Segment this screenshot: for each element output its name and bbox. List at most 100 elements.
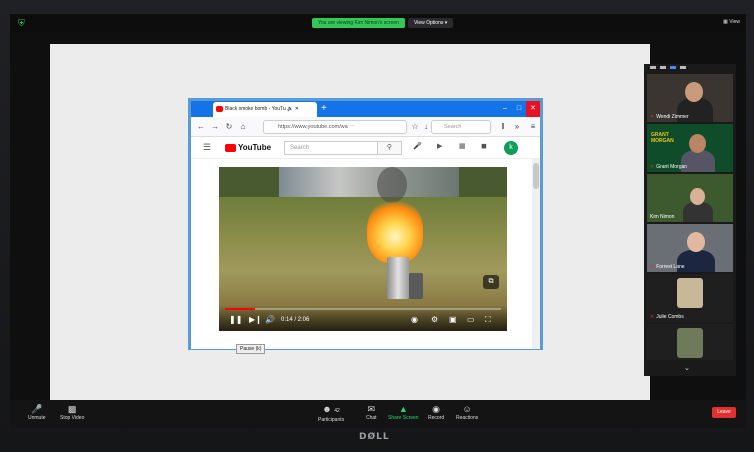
participant-photo — [677, 278, 703, 308]
pause-tooltip: Pause (k) — [236, 344, 266, 354]
youtube-page-body: ⧉ ❚❚ ▶❙ 🔊 0:14 / 2:06 ◉ ⚙ ▣ ▭ ⛶ — [191, 159, 540, 349]
participant-name: ✕ Julie Combs — [650, 314, 684, 320]
miniplayer-button-icon[interactable]: ▣ — [449, 315, 457, 325]
participant-name-text: Grant Morgan — [656, 164, 688, 170]
close-icon[interactable]: ✕ — [526, 101, 540, 117]
url-bar[interactable]: https://www.youtube.com/wa ⋯ — [263, 120, 407, 134]
forward-icon[interactable]: → — [209, 121, 221, 133]
participant-tile[interactable] — [647, 324, 733, 360]
participants-icon: ☻ 42 — [322, 404, 340, 414]
pause-icon[interactable]: ❚❚ — [229, 315, 242, 325]
settings-gear-icon[interactable]: ⚙ — [431, 315, 438, 325]
gallery-minimize-icon[interactable] — [650, 66, 656, 69]
participant-face — [687, 232, 705, 252]
zoom-toolbar: 🎤 Unmute ▩ Stop Video ☻ 42 Participants ✉ Ch… — [10, 400, 746, 428]
participant-name: ✕ Forrest Lane — [650, 264, 685, 270]
menu-icon[interactable]: ≡ — [527, 121, 539, 133]
participant-tile[interactable]: ✕ Forrest Lane — [647, 224, 733, 272]
avatar[interactable]: k — [504, 141, 518, 155]
unmute-label: Unmute — [28, 415, 46, 421]
minimize-icon[interactable]: – — [498, 101, 512, 117]
miniplayer-icon[interactable]: ⧉ — [483, 275, 499, 289]
video-camera-icon: ▩ — [67, 404, 77, 414]
participant-body — [683, 202, 713, 222]
video-player[interactable]: ⧉ ❚❚ ▶❙ 🔊 0:14 / 2:06 ◉ ⚙ ▣ ▭ ⛶ — [219, 167, 507, 331]
share-screen-icon: ▲ — [398, 404, 408, 414]
video-progress-bar[interactable] — [225, 308, 501, 310]
browser-tab[interactable]: Black smoke bomb - YouTu 🔈 ✕ — [213, 102, 317, 117]
url-text: https://www.youtube.com/wa — [278, 124, 348, 130]
video-fire — [367, 197, 423, 263]
overflow-icon[interactable]: » — [511, 121, 523, 133]
theater-mode-icon[interactable]: ▭ — [467, 315, 475, 325]
participants-button[interactable]: ☻ 42 Participants — [318, 403, 344, 423]
chat-label: Chat — [366, 415, 377, 421]
tab-title: Black smoke bomb - YouTu — [225, 106, 286, 112]
autoplay-toggle-icon[interactable]: ◉ — [411, 315, 418, 325]
record-icon: ◉ — [432, 404, 440, 414]
share-screen-label: Share Screen — [388, 415, 419, 421]
chevron-down-icon[interactable]: ⌄ — [684, 364, 690, 372]
reload-icon[interactable]: ↻ — [223, 121, 235, 133]
fullscreen-icon[interactable]: ⛶ — [485, 315, 491, 325]
share-screen-button[interactable]: ▲ Share Screen — [388, 403, 419, 421]
participant-title-card: GRANT MORGAN — [651, 132, 674, 144]
shield-icon: ⛨ — [18, 18, 25, 28]
new-tab-button[interactable]: + — [321, 102, 327, 116]
browser-search-field[interactable]: Search — [431, 120, 491, 134]
zoom-top-bar: ⛨ You are viewing Kim Nimon's screen Vie… — [10, 14, 746, 32]
muted-microphone-icon: 🎤 — [31, 404, 43, 414]
browser-window: Black smoke bomb - YouTu 🔈 ✕ + – □ ✕ ← →… — [188, 98, 543, 350]
unmute-button[interactable]: 🎤 Unmute — [28, 403, 46, 421]
participant-tile[interactable]: GRANT MORGAN ✕ Grant Morgan — [647, 124, 733, 172]
library-icon[interactable]: ‖ — [497, 121, 509, 133]
participant-name: Kim Nimon — [650, 214, 674, 220]
zoom-screen: ⛨ You are viewing Kim Nimon's screen Vie… — [10, 14, 746, 428]
view-options-label: View Options — [414, 20, 444, 26]
participant-tile[interactable]: Kim Nimon — [647, 174, 733, 222]
notifications-bell-icon[interactable]: ◼ — [481, 142, 487, 150]
record-button[interactable]: ◉ Record — [428, 403, 444, 421]
chat-button[interactable]: ✉ Chat — [366, 403, 377, 421]
monitor-brand-logo: DØLL — [359, 432, 390, 442]
monitor: ⛨ You are viewing Kim Nimon's screen Vie… — [0, 0, 754, 452]
browser-tab-bar: Black smoke bomb - YouTu 🔈 ✕ + – □ ✕ — [191, 101, 540, 117]
video-progress-fill — [225, 308, 256, 310]
video-time: 0:14 / 2:06 — [281, 317, 310, 323]
participant-name-text: Forrest Lane — [656, 264, 685, 270]
apps-grid-icon[interactable]: ▦ — [459, 142, 466, 150]
view-button[interactable]: ▦ View — [723, 19, 740, 25]
search-icon[interactable]: ⚲ — [378, 141, 402, 155]
record-label: Record — [428, 415, 445, 421]
reactions-label: Reactions — [456, 415, 479, 421]
participant-name: ✕ Wendi Zimmer — [650, 114, 689, 120]
gallery-layout-icon[interactable] — [660, 66, 666, 69]
reactions-button[interactable]: ☺ Reactions — [456, 403, 478, 421]
participant-face — [690, 188, 705, 205]
youtube-logo[interactable]: YouTube — [225, 143, 271, 153]
back-icon[interactable]: ← — [195, 121, 207, 133]
maximize-icon[interactable]: □ — [512, 101, 526, 117]
leave-button[interactable]: Leave — [712, 407, 736, 418]
muted-mic-icon: ✕ — [650, 314, 655, 320]
gallery-grid-icon[interactable] — [680, 66, 686, 69]
next-icon[interactable]: ▶❙ — [249, 315, 262, 325]
participant-tile[interactable]: ✕ Julie Combs — [647, 274, 733, 322]
view-options-button[interactable]: View Options ▾ — [408, 18, 454, 28]
microphone-icon[interactable]: 🎤 — [413, 142, 422, 150]
hamburger-icon[interactable]: ☰ — [203, 142, 211, 153]
youtube-search-input[interactable]: Search — [284, 141, 378, 155]
create-video-icon[interactable]: ▶ — [437, 142, 442, 150]
scrollbar-thumb[interactable] — [533, 163, 539, 189]
participant-name: ✕ Grant Morgan — [650, 164, 687, 170]
volume-icon[interactable]: 🔊 — [265, 315, 275, 325]
window-controls: – □ ✕ — [498, 101, 540, 117]
page-scrollbar[interactable] — [532, 159, 540, 349]
gallery-speaker-icon[interactable] — [670, 66, 676, 69]
participant-tile[interactable]: ✕ Wendi Zimmer — [647, 74, 733, 122]
stop-video-button[interactable]: ▩ Stop Video — [60, 403, 84, 421]
home-icon[interactable]: ⌂ — [237, 121, 249, 133]
viewing-banner: You are viewing Kim Nimon's screen — [312, 18, 405, 28]
participants-count: 42 — [334, 408, 340, 414]
youtube-header: ☰ YouTube Search ⚲ 🎤 ▶ ▦ ◼ k — [191, 137, 540, 159]
